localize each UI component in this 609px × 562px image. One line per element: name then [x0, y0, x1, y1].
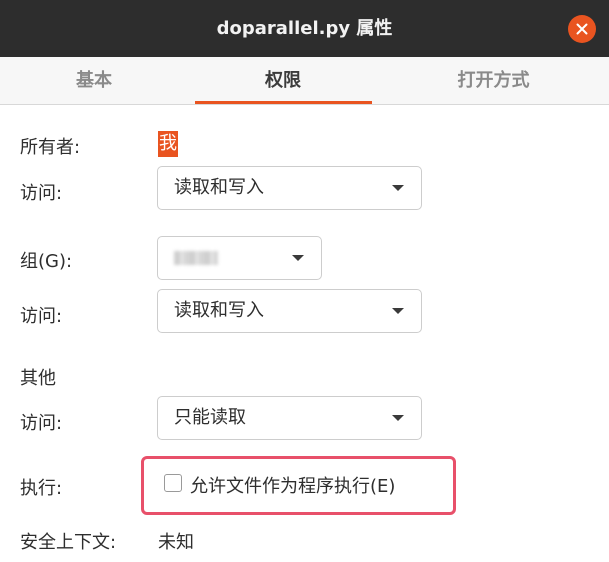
group-name-redacted	[174, 251, 218, 265]
tab-open-with[interactable]: 打开方式	[378, 57, 609, 104]
owner-label: 所有者:	[20, 137, 81, 158]
close-button[interactable]	[568, 15, 596, 43]
owner-access-dropdown[interactable]: 读取和写入	[157, 166, 422, 210]
group-access-dropdown[interactable]: 读取和写入	[157, 289, 422, 333]
title-bar: doparallel.py 属性	[0, 0, 609, 57]
owner-access-label: 访问:	[20, 183, 63, 204]
execute-label: 执行:	[20, 478, 63, 499]
others-access-dropdown[interactable]: 只能读取	[157, 396, 422, 440]
group-label: 组(G):	[20, 251, 73, 272]
others-access-value: 只能读取	[174, 407, 246, 428]
security-context-label: 安全上下文:	[20, 532, 117, 553]
group-access-label: 访问:	[20, 306, 63, 327]
tab-permissions[interactable]: 权限	[188, 57, 378, 104]
annotation-highlight-box	[141, 456, 456, 515]
chevron-down-icon	[392, 185, 404, 191]
group-dropdown[interactable]	[157, 236, 322, 280]
chevron-down-icon	[392, 308, 404, 314]
group-access-value: 读取和写入	[174, 300, 264, 321]
others-section-label: 其他	[20, 368, 56, 389]
chevron-down-icon	[392, 415, 404, 421]
owner-value: 我	[158, 131, 178, 157]
close-icon	[576, 23, 588, 35]
owner-access-value: 读取和写入	[174, 177, 264, 198]
tab-basic[interactable]: 基本	[0, 57, 188, 104]
properties-dialog: doparallel.py 属性 基本 权限 打开方式 所有者: 我 访问: 读…	[0, 0, 609, 562]
others-access-label: 访问:	[20, 413, 63, 434]
window-title: doparallel.py 属性	[216, 18, 393, 39]
chevron-down-icon	[292, 255, 304, 261]
tab-bar: 基本 权限 打开方式	[0, 57, 609, 105]
security-context-value: 未知	[158, 532, 194, 553]
active-tab-indicator	[195, 101, 372, 104]
